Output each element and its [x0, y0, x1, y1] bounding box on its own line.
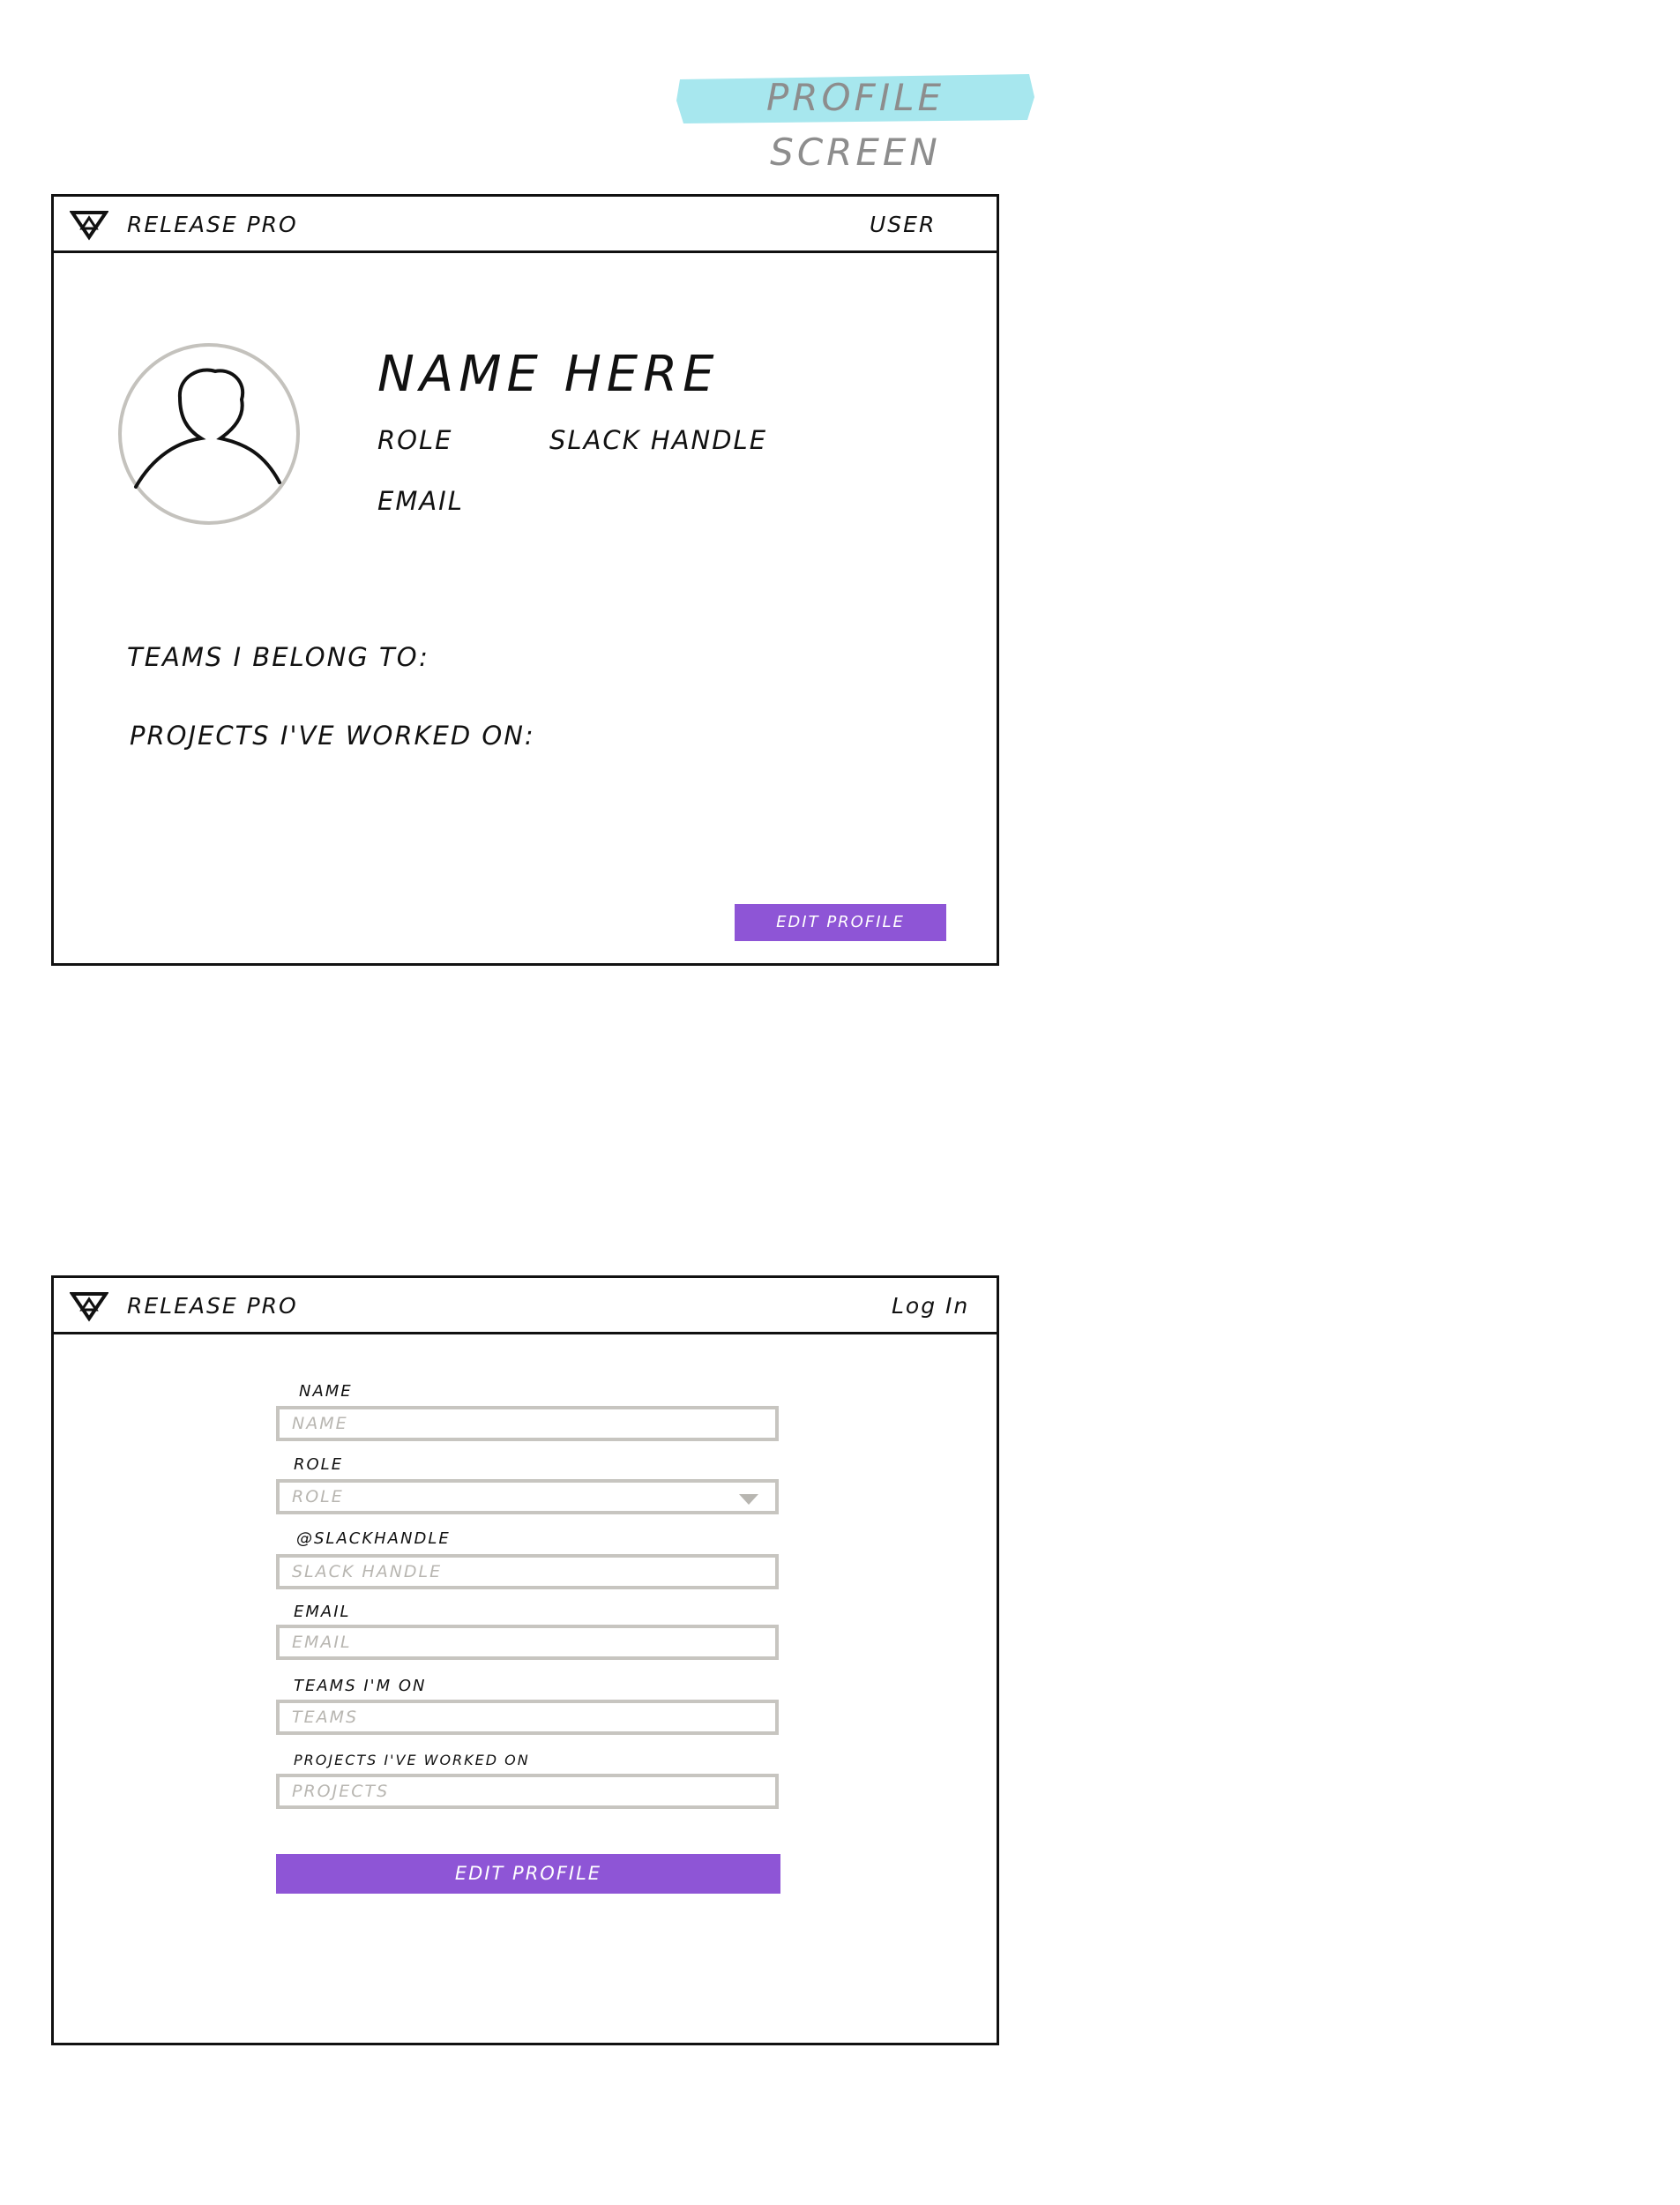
slack-handle-label: @SLACKHANDLE	[296, 1529, 451, 1548]
edit-profile-submit-button[interactable]: EDIT PROFILE	[276, 1854, 780, 1894]
navbar: RELEASE PRO USER	[54, 197, 997, 253]
role-select[interactable]: ROLE	[276, 1479, 779, 1514]
name-label: NAME	[299, 1382, 353, 1401]
email-label: EMAIL	[294, 1603, 351, 1621]
teams-label: TEAMS I'M ON	[294, 1677, 427, 1695]
user-avatar-icon	[118, 343, 300, 525]
profile-slack-handle: SLACK HANDLE	[549, 425, 768, 455]
triangle-logo-icon[interactable]	[70, 1290, 108, 1322]
projects-label: PROJECTS I'VE WORKED ON	[294, 1752, 530, 1768]
triangle-logo-icon[interactable]	[70, 209, 108, 241]
profile-email: EMAIL	[377, 486, 464, 516]
name-input[interactable]: NAME	[276, 1406, 779, 1441]
projects-label: PROJECTS I'VE WORKED ON:	[130, 721, 535, 751]
role-select-value: ROLE	[292, 1487, 344, 1506]
log-in-link[interactable]: Log In	[892, 1291, 969, 1321]
user-menu[interactable]: USER	[870, 210, 936, 240]
profile-role: ROLE	[377, 425, 453, 455]
profile-name: NAME HERE	[377, 346, 720, 403]
edit-profile-button[interactable]: EDIT PROFILE	[735, 904, 946, 941]
teams-label: TEAMS I BELONG TO:	[127, 642, 429, 672]
navbar: RELEASE PRO Log In	[54, 1278, 997, 1334]
page-title: PROFILE SCREEN	[765, 76, 945, 174]
projects-input[interactable]: PROJECTS	[276, 1774, 779, 1809]
profile-view-frame: RELEASE PRO USER NAME HERE ROLE SLACK HA…	[51, 194, 999, 966]
role-label: ROLE	[294, 1455, 344, 1474]
email-input[interactable]: EMAIL	[276, 1625, 779, 1660]
brand-name[interactable]: RELEASE PRO	[127, 210, 298, 240]
chevron-down-icon[interactable]	[738, 1493, 759, 1506]
brand-name[interactable]: RELEASE PRO	[127, 1291, 298, 1321]
edit-profile-frame: RELEASE PRO Log In NAME NAME ROLE ROLE @…	[51, 1275, 999, 2045]
teams-input[interactable]: TEAMS	[276, 1700, 779, 1735]
slack-handle-input[interactable]: SLACK HANDLE	[276, 1554, 779, 1589]
page-title-banner: PROFILE SCREEN	[675, 71, 1036, 174]
